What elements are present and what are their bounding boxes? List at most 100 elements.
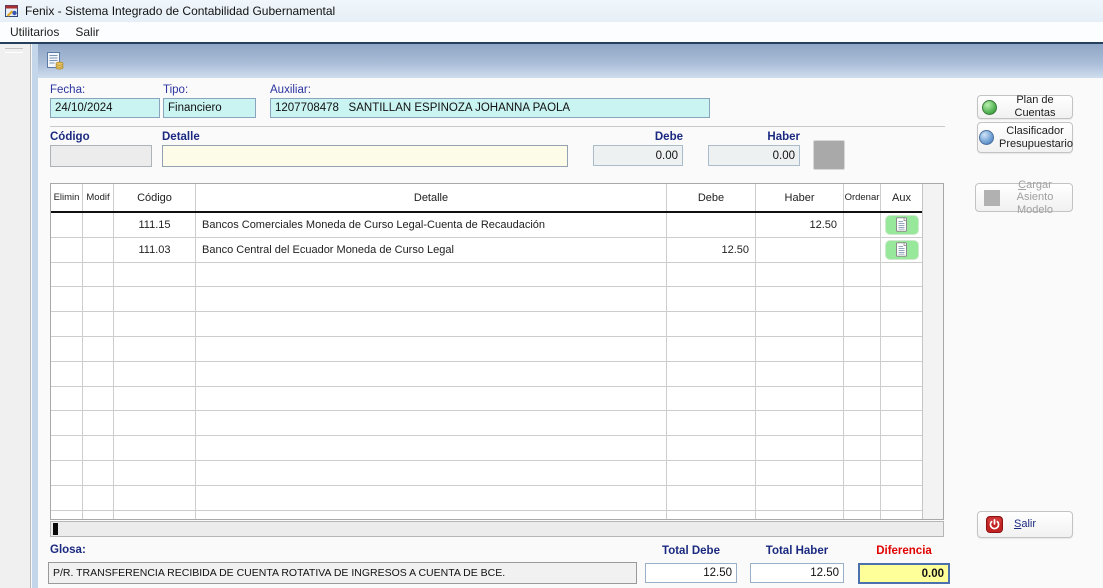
cell-detalle[interactable] bbox=[196, 362, 667, 386]
left-collapsed-panel[interactable] bbox=[0, 44, 31, 588]
table-row[interactable] bbox=[51, 486, 922, 511]
col-header-debe[interactable]: Debe bbox=[667, 184, 756, 211]
panel-grip[interactable] bbox=[5, 48, 23, 53]
total-haber-field[interactable] bbox=[750, 563, 844, 583]
cell-haber[interactable] bbox=[756, 263, 844, 287]
cell-codigo[interactable] bbox=[114, 337, 196, 361]
cell-codigo[interactable] bbox=[114, 263, 196, 287]
cell-ordenar[interactable] bbox=[844, 411, 881, 435]
cell-codigo[interactable] bbox=[114, 486, 196, 510]
salir-button[interactable]: Salir bbox=[977, 511, 1073, 538]
table-row[interactable] bbox=[51, 436, 922, 461]
cell-haber[interactable] bbox=[756, 511, 844, 519]
cell-modif[interactable] bbox=[83, 362, 114, 386]
cell-debe[interactable] bbox=[667, 486, 756, 510]
gray-action-button[interactable] bbox=[813, 140, 845, 170]
cell-debe[interactable] bbox=[667, 461, 756, 485]
cell-detalle[interactable]: Banco Central del Ecuador Moneda de Curs… bbox=[196, 238, 667, 262]
cell-codigo[interactable] bbox=[114, 411, 196, 435]
col-header-haber[interactable]: Haber bbox=[756, 184, 844, 211]
table-row[interactable] bbox=[51, 387, 922, 412]
cell-detalle[interactable] bbox=[196, 411, 667, 435]
table-row[interactable] bbox=[51, 312, 922, 337]
cell-elimin[interactable] bbox=[51, 238, 83, 262]
cell-ordenar[interactable] bbox=[844, 436, 881, 460]
cell-haber[interactable] bbox=[756, 337, 844, 361]
col-header-codigo[interactable]: Código bbox=[114, 184, 196, 211]
cell-detalle[interactable]: Bancos Comerciales Moneda de Curso Legal… bbox=[196, 213, 667, 237]
cell-haber[interactable] bbox=[756, 411, 844, 435]
cell-elimin[interactable] bbox=[51, 213, 83, 237]
cell-haber[interactable] bbox=[756, 436, 844, 460]
menu-salir[interactable]: Salir bbox=[67, 23, 107, 41]
cell-detalle[interactable] bbox=[196, 436, 667, 460]
cell-detalle[interactable] bbox=[196, 287, 667, 311]
cell-elimin[interactable] bbox=[51, 486, 83, 510]
cell-debe[interactable] bbox=[667, 337, 756, 361]
cell-modif[interactable] bbox=[83, 238, 114, 262]
cell-detalle[interactable] bbox=[196, 486, 667, 510]
cell-modif[interactable] bbox=[83, 312, 114, 336]
cell-codigo[interactable] bbox=[114, 461, 196, 485]
table-row[interactable] bbox=[51, 511, 922, 519]
col-header-ordenar[interactable]: Ordenar bbox=[844, 184, 881, 211]
cell-codigo[interactable]: 111.03 bbox=[114, 238, 196, 262]
codigo-input[interactable] bbox=[50, 145, 152, 167]
cell-ordenar[interactable] bbox=[844, 263, 881, 287]
cell-detalle[interactable] bbox=[196, 263, 667, 287]
cell-codigo[interactable] bbox=[114, 436, 196, 460]
cell-ordenar[interactable] bbox=[844, 511, 881, 519]
table-row[interactable] bbox=[51, 362, 922, 387]
cell-modif[interactable] bbox=[83, 337, 114, 361]
cell-debe[interactable] bbox=[667, 287, 756, 311]
cell-modif[interactable] bbox=[83, 287, 114, 311]
cell-ordenar[interactable] bbox=[844, 387, 881, 411]
table-row[interactable] bbox=[51, 461, 922, 486]
cell-detalle[interactable] bbox=[196, 312, 667, 336]
cell-modif[interactable] bbox=[83, 411, 114, 435]
cell-modif[interactable] bbox=[83, 486, 114, 510]
cell-modif[interactable] bbox=[83, 511, 114, 519]
cell-ordenar[interactable] bbox=[844, 486, 881, 510]
cell-detalle[interactable] bbox=[196, 461, 667, 485]
table-row[interactable] bbox=[51, 337, 922, 362]
cell-codigo[interactable] bbox=[114, 287, 196, 311]
cell-haber[interactable] bbox=[756, 312, 844, 336]
cell-debe[interactable]: 12.50 bbox=[667, 238, 756, 262]
glosa-input[interactable] bbox=[48, 562, 637, 584]
cell-elimin[interactable] bbox=[51, 461, 83, 485]
cell-codigo[interactable] bbox=[114, 511, 196, 519]
tipo-input[interactable] bbox=[163, 98, 256, 118]
plan-de-cuentas-button[interactable]: Plan de Cuentas bbox=[977, 95, 1073, 119]
aux-button[interactable] bbox=[885, 215, 919, 235]
total-debe-field[interactable] bbox=[645, 563, 737, 583]
cell-haber[interactable] bbox=[756, 387, 844, 411]
table-row[interactable] bbox=[51, 263, 922, 288]
cell-modif[interactable] bbox=[83, 213, 114, 237]
cell-modif[interactable] bbox=[83, 436, 114, 460]
cell-codigo[interactable] bbox=[114, 312, 196, 336]
cell-elimin[interactable] bbox=[51, 312, 83, 336]
cell-debe[interactable] bbox=[667, 436, 756, 460]
cell-elimin[interactable] bbox=[51, 511, 83, 519]
cell-modif[interactable] bbox=[83, 461, 114, 485]
ledger-document-icon-button[interactable] bbox=[42, 48, 68, 74]
cell-ordenar[interactable] bbox=[844, 362, 881, 386]
cell-codigo[interactable] bbox=[114, 387, 196, 411]
cell-elimin[interactable] bbox=[51, 287, 83, 311]
debe-input[interactable] bbox=[593, 145, 683, 166]
cell-debe[interactable] bbox=[667, 213, 756, 237]
table-row[interactable] bbox=[51, 411, 922, 436]
cell-debe[interactable] bbox=[667, 387, 756, 411]
diferencia-field[interactable] bbox=[858, 563, 950, 584]
clasificador-presupuestario-button[interactable]: Clasificador Presupuestario bbox=[977, 122, 1073, 153]
cell-debe[interactable] bbox=[667, 411, 756, 435]
cell-debe[interactable] bbox=[667, 312, 756, 336]
cell-haber[interactable] bbox=[756, 461, 844, 485]
cell-ordenar[interactable] bbox=[844, 461, 881, 485]
menu-utilitarios[interactable]: Utilitarios bbox=[2, 23, 67, 41]
cargar-asiento-modelo-button[interactable]: Cargar Asiento Modelo bbox=[975, 183, 1073, 212]
cell-codigo[interactable]: 111.15 bbox=[114, 213, 196, 237]
cell-detalle[interactable] bbox=[196, 511, 667, 519]
cell-haber[interactable] bbox=[756, 362, 844, 386]
